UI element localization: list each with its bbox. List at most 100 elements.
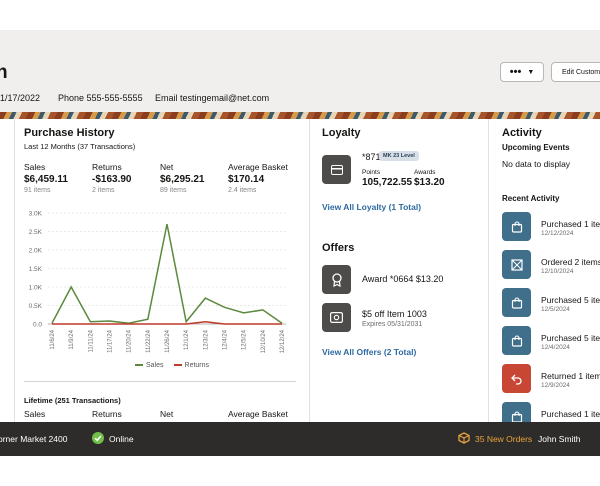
chart-legend: Sales Returns [135,362,209,369]
purchase-history-chart: 0.0 0.5K 1.0K 1.5K 2.0K 2.5K 3.0K 11/6/24 11/9/2… [29,211,286,353]
y-tick-label: 3.0K [29,211,43,218]
activity-item-title[interactable]: Purchased 5 items [541,333,600,343]
points-value: 105,722.55 [362,177,413,188]
series-line-returns [52,321,282,325]
new-orders-count[interactable]: 35 New Orders [475,434,532,444]
offer-award-title: Award *0664 $13.20 [362,274,444,284]
offer-discount-title: $5 off Item 1003 [362,309,427,319]
activity-item-title[interactable]: Purchased 1 item [541,409,600,419]
activity-item-date: 12/5/2024 [541,306,570,313]
lifetime-returns-label: Returns [92,409,122,419]
return-icon[interactable] [502,364,531,393]
customer-phone: Phone 555-555-5555 [58,93,143,103]
returns-items: 2 items [92,187,115,194]
legend-returns: Returns [173,362,210,369]
lifetime-sales-label: Sales [24,409,46,419]
activity-item-date: 12/12/2024 [541,230,574,237]
section-divider [24,381,296,382]
purchase-history-title: Purchase History [24,127,115,139]
activity-title: Activity [502,127,542,139]
online-status: Online [109,434,134,444]
activity-item-title[interactable]: Purchased 5 items [541,295,600,305]
activity-item-date: 12/10/2024 [541,268,574,275]
x-tick-label: 12/12/24 [280,329,286,353]
sales-value: $6,459.11 [24,174,68,185]
awards-label: Awards [414,169,436,176]
returns-label: Returns [92,162,122,172]
x-tick-label: 12/10/24 [261,329,267,353]
sales-items: 91 items [24,187,51,194]
loyalty-level-badge: MK 23 Level [379,151,419,161]
bottom-margin [0,456,600,486]
award-icon [322,265,351,294]
y-tick-label: 2.5K [29,229,43,236]
avg-basket-items: 2.4 items [228,187,257,194]
x-tick-label: 11/11/24 [88,329,94,352]
user-name[interactable]: John Smith [538,434,581,444]
activity-item-date: 12/9/2024 [541,382,570,389]
coupon-icon [322,303,351,332]
bag-icon[interactable] [502,288,531,317]
activity-item-title[interactable]: Purchased 1 item [541,219,600,229]
avg-basket-label: Average Basket [228,162,288,172]
view-all-loyalty-link[interactable]: View All Loyalty (1 Total) [322,202,421,212]
x-tick-label: 12/5/24 [242,329,248,350]
y-tick-label: 2.0K [29,248,43,255]
left-divider [14,119,15,422]
lifetime-net-label: Net [160,409,174,419]
view-all-offers-link[interactable]: View All Offers (2 Total) [322,347,416,357]
awards-value: $13.20 [414,177,445,188]
no-data-text: No data to display [502,159,571,169]
activity-item-title[interactable]: Ordered 2 items [541,257,600,267]
x-tick-label: 12/3/24 [203,329,209,350]
legend-sales-label: Sales [146,362,164,369]
decorative-banner [0,112,600,119]
loyalty-card-icon [322,155,351,184]
y-tick-label: 0.0 [33,322,42,329]
y-tick-label: 0.5K [29,303,43,310]
x-tick-label: 11/6/24 [50,329,56,349]
x-tick-label: 11/26/24 [165,329,171,353]
more-actions-button[interactable]: ••• ▼ [500,62,544,82]
bag-icon[interactable] [502,212,531,241]
lifetime-title: Lifetime (251 Transactions) [24,396,121,405]
store-name: orner Market 2400 [0,434,68,444]
series-line-sales [51,223,283,325]
loyalty-title: Loyalty [322,127,361,139]
offer-discount-expiry: Expires 05/31/2031 [362,321,423,328]
x-tick-label: 11/9/24 [69,329,75,349]
x-tick-label: 11/22/24 [146,329,152,353]
x-tick-label: 11/20/24 [127,329,133,353]
sales-label: Sales [24,162,46,172]
online-check-icon [92,432,104,446]
purchase-history-subtitle: Last 12 Months (37 Transactions) [24,142,136,151]
column-divider-1 [309,119,310,422]
points-label: Points [362,169,381,176]
x-tick-label: 12/4/24 [223,329,229,350]
y-tick-label: 1.0K [29,285,43,292]
activity-item-title[interactable]: Returned 1 item [541,371,600,381]
column-divider-2 [488,119,489,422]
edit-customer-button[interactable]: Edit Customer [551,62,600,82]
status-bar: orner Market 2400 Online 35 New Orders J… [0,422,600,456]
lifetime-avg-label: Average Basket [228,409,288,419]
x-tick-label: 12/1/24 [184,329,190,350]
avg-basket-value: $170.14 [228,174,265,185]
activity-item-date: 12/4/2024 [541,344,570,351]
legend-returns-label: Returns [184,362,210,369]
legend-sales-swatch [135,364,143,367]
returns-value: -$163.90 [92,174,132,185]
legend-sales: Sales [135,362,164,369]
orders-box-icon[interactable] [458,432,470,446]
legend-returns-swatch [173,364,182,367]
offers-title: Offers [322,242,355,254]
chevron-down-icon: ▼ [527,68,535,76]
bag-icon[interactable] [502,326,531,355]
customer-email: Email testingemail@net.com [155,93,270,103]
customer-name: n [0,62,8,83]
y-tick-label: 1.5K [29,266,43,273]
order-icon[interactable] [502,250,531,279]
upcoming-events-title: Upcoming Events [502,143,570,152]
more-label: ••• [509,66,522,78]
x-tick-label: 11/17/24 [108,329,114,353]
